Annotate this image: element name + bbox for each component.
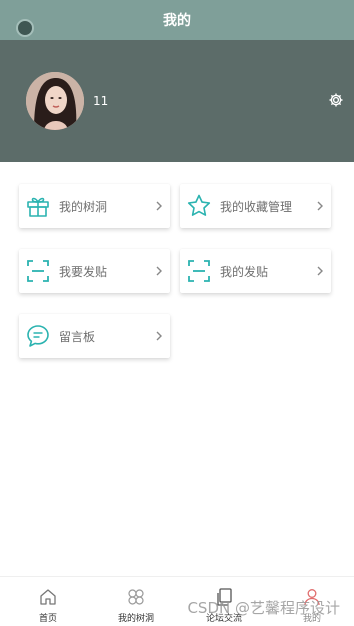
chevron-right-icon <box>317 266 323 276</box>
menu-item-label: 我的发贴 <box>220 264 269 279</box>
menu-item-label: 我要发贴 <box>59 264 108 279</box>
menu-item-label: 我的树洞 <box>59 199 108 214</box>
tab-my-treehole[interactable]: 我的树洞 <box>104 578 168 624</box>
avatar[interactable] <box>26 72 84 130</box>
chevron-right-icon <box>317 201 323 211</box>
menu-item-create-post[interactable]: 我要发贴 <box>19 249 170 293</box>
menu-item-message-board[interactable]: 留言板 <box>19 314 170 358</box>
tab-label: 我的树洞 <box>117 614 154 624</box>
top-bar: 我的 <box>0 0 354 40</box>
star-icon <box>186 193 212 219</box>
tab-home[interactable]: 首页 <box>16 578 80 624</box>
watermark: CSDN @艺馨程序设计 <box>187 599 340 617</box>
page-title: 我的 <box>163 13 191 29</box>
scan-frame-icon <box>25 258 51 284</box>
back-button[interactable] <box>16 19 34 37</box>
menu-item-label: 留言板 <box>59 329 96 344</box>
tab-label: 首页 <box>38 614 57 624</box>
gift-icon <box>25 193 51 219</box>
chat-bubble-icon <box>25 323 51 349</box>
chevron-right-icon <box>156 266 162 276</box>
username: 11 <box>93 94 109 108</box>
menu-item-my-posts[interactable]: 我的发贴 <box>180 249 331 293</box>
chevron-right-icon <box>156 201 162 211</box>
clover-icon <box>128 589 144 605</box>
menu-item-label: 我的收藏管理 <box>220 199 293 214</box>
avatar-image <box>26 72 84 130</box>
menu-item-my-favorites[interactable]: 我的收藏管理 <box>180 184 331 228</box>
chevron-right-icon <box>156 331 162 341</box>
menu-item-my-treehole[interactable]: 我的树洞 <box>19 184 170 228</box>
app-root: 我的 11 我的树洞 我的收藏管理 我要发贴 我的发贴 留言板 首页 我的树洞 … <box>0 0 354 626</box>
home-icon <box>40 589 56 605</box>
bottom-tabbar: 首页 我的树洞 论坛交流 我的 CSDN @艺馨程序设计 <box>0 576 354 626</box>
profile-header: 11 <box>0 40 354 162</box>
gear-icon[interactable] <box>328 92 344 108</box>
scan-frame-icon <box>186 258 212 284</box>
